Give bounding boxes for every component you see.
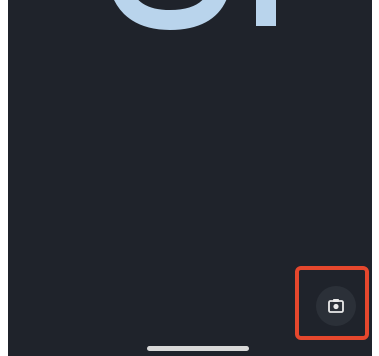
camera-shortcut-button[interactable] (316, 286, 356, 326)
clock-digits (114, 0, 276, 31)
camera-icon (328, 299, 344, 313)
lock-screen (8, 0, 372, 356)
home-indicator[interactable] (147, 346, 249, 351)
